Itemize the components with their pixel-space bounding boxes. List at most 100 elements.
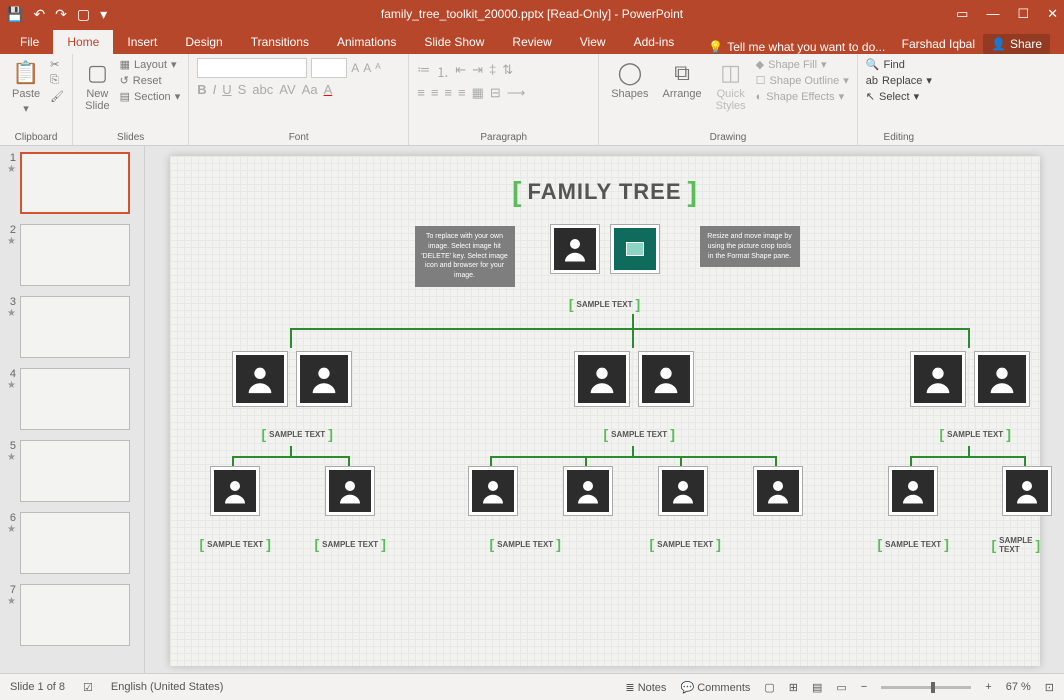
child-photo[interactable]	[753, 466, 803, 516]
save-icon[interactable]: 💾	[6, 6, 23, 23]
pair-1[interactable]	[232, 351, 352, 407]
clear-format-icon[interactable]: ᴬ	[375, 61, 380, 75]
grow-font-icon[interactable]: A	[351, 61, 359, 75]
fit-window-icon[interactable]: ⊡	[1045, 681, 1054, 694]
align-center-button[interactable]: ≡	[431, 85, 439, 101]
tell-me-search[interactable]: 💡 Tell me what you want to do...	[708, 40, 885, 54]
maximize-icon[interactable]: ☐	[1017, 6, 1029, 22]
zoom-in-button[interactable]: +	[985, 681, 991, 693]
photo-placeholder[interactable]	[550, 224, 600, 274]
columns-button[interactable]: ▦	[472, 85, 484, 101]
thumbnail-5[interactable]	[20, 440, 130, 502]
shape-effects-button[interactable]: ◐ Shape Effects ▾	[756, 90, 849, 103]
align-left-button[interactable]: ≡	[417, 85, 425, 101]
quick-styles-button[interactable]: ◫Quick Styles	[712, 58, 750, 114]
tab-home[interactable]: Home	[53, 30, 113, 54]
spacing-button[interactable]: AV	[279, 82, 295, 97]
section-button[interactable]: ▤ Section ▾	[120, 90, 181, 103]
tab-slideshow[interactable]: Slide Show	[410, 30, 498, 54]
sorter-view-icon[interactable]: ⊞	[789, 681, 798, 694]
child-photo[interactable]	[1002, 466, 1052, 516]
indent-inc-button[interactable]: ⇥	[472, 62, 483, 81]
font-color-button[interactable]: A	[324, 82, 333, 97]
tab-addins[interactable]: Add-ins	[620, 30, 689, 54]
child-photo[interactable]	[468, 466, 518, 516]
smartart-button[interactable]: ⟶	[507, 85, 526, 101]
shape-fill-button[interactable]: ◆ Shape Fill ▾	[756, 58, 849, 71]
tab-insert[interactable]: Insert	[113, 30, 171, 54]
justify-button[interactable]: ≡	[458, 85, 466, 101]
indent-dec-button[interactable]: ⇤	[455, 62, 466, 81]
child-photo[interactable]	[658, 466, 708, 516]
tab-file[interactable]: File	[6, 30, 53, 54]
reading-view-icon[interactable]: ▤	[812, 681, 822, 694]
child-label[interactable]: [SAMPLE TEXT]	[490, 536, 561, 552]
thumbnail-1[interactable]	[20, 152, 130, 214]
strike-button[interactable]: S	[238, 82, 247, 97]
thumbnail-2[interactable]	[20, 224, 130, 286]
language-status[interactable]: English (United States)	[111, 681, 224, 693]
copy-button[interactable]: ⎘	[50, 74, 64, 87]
italic-button[interactable]: I	[213, 82, 217, 97]
zoom-slider[interactable]	[881, 686, 971, 689]
arrange-button[interactable]: ⧉Arrange	[659, 58, 706, 102]
reset-button[interactable]: ↺ Reset	[120, 74, 181, 87]
numbering-button[interactable]: ⒈	[436, 62, 449, 81]
child-label[interactable]: [SAMPLE TEXT]	[992, 536, 1041, 554]
close-icon[interactable]: ✕	[1047, 6, 1058, 22]
qat-more-icon[interactable]: ▾	[100, 6, 107, 23]
slide-title[interactable]: [ FAMILY TREE ]	[512, 176, 697, 208]
normal-view-icon[interactable]: ▢	[764, 681, 774, 694]
align-text-button[interactable]: ⊟	[490, 85, 501, 101]
underline-button[interactable]: U	[222, 82, 231, 97]
zoom-level[interactable]: 67 %	[1006, 681, 1031, 693]
format-painter-button[interactable]: 🖌	[50, 90, 64, 103]
pair-2-label[interactable]: [SAMPLE TEXT]	[604, 426, 675, 442]
child-photo[interactable]	[563, 466, 613, 516]
slide-content[interactable]: [ FAMILY TREE ] To replace with your own…	[170, 156, 1040, 666]
font-name-combo[interactable]	[197, 58, 307, 78]
tab-transitions[interactable]: Transitions	[237, 30, 323, 54]
tab-design[interactable]: Design	[171, 30, 236, 54]
user-name[interactable]: Farshad Iqbal	[902, 37, 975, 51]
image-placeholder[interactable]	[610, 224, 660, 274]
pair-2[interactable]	[574, 351, 694, 407]
zoom-out-button[interactable]: −	[861, 681, 867, 693]
tab-review[interactable]: Review	[498, 30, 565, 54]
pair-3[interactable]	[910, 351, 1030, 407]
select-button[interactable]: ↖ Select ▾	[866, 90, 932, 103]
child-label[interactable]: [SAMPLE TEXT]	[315, 536, 386, 552]
comments-button[interactable]: 💬 Comments	[680, 681, 750, 694]
shapes-button[interactable]: ◯Shapes	[607, 58, 652, 102]
replace-button[interactable]: ab Replace ▾	[866, 74, 932, 87]
tab-view[interactable]: View	[566, 30, 620, 54]
bullets-button[interactable]: ≔	[417, 62, 430, 81]
thumbnail-3[interactable]	[20, 296, 130, 358]
slideshow-icon[interactable]: ▢	[77, 6, 90, 23]
line-spacing-button[interactable]: ‡	[489, 62, 496, 81]
layout-button[interactable]: ▦ Layout ▾	[120, 58, 181, 71]
ribbon-options-icon[interactable]: ▭	[956, 6, 968, 22]
spell-check-icon[interactable]: ☑	[83, 681, 93, 694]
tip-left[interactable]: To replace with your own image. Select i…	[415, 226, 515, 287]
undo-icon[interactable]: ↶	[33, 6, 45, 23]
cut-button[interactable]: ✂	[50, 58, 64, 71]
child-label[interactable]: [SAMPLE TEXT]	[650, 536, 721, 552]
slide-canvas[interactable]: [ FAMILY TREE ] To replace with your own…	[145, 146, 1064, 673]
shrink-font-icon[interactable]: A	[363, 61, 371, 75]
pair-1-label[interactable]: [SAMPLE TEXT]	[262, 426, 333, 442]
child-photo[interactable]	[325, 466, 375, 516]
new-slide-button[interactable]: ▢New Slide	[81, 58, 113, 114]
paste-button[interactable]: 📋Paste▾	[8, 58, 44, 117]
child-photo[interactable]	[210, 466, 260, 516]
child-label[interactable]: [SAMPLE TEXT]	[200, 536, 271, 552]
text-direction-button[interactable]: ⇅	[502, 62, 513, 81]
thumbnail-7[interactable]	[20, 584, 130, 646]
redo-icon[interactable]: ↷	[55, 6, 67, 23]
child-label[interactable]: [SAMPLE TEXT]	[878, 536, 949, 552]
bold-button[interactable]: B	[197, 82, 206, 97]
notes-button[interactable]: ≣ Notes	[625, 681, 666, 694]
minimize-icon[interactable]: —	[986, 6, 999, 22]
case-button[interactable]: Aa	[302, 82, 318, 97]
tip-right[interactable]: Resize and move image by using the pictu…	[700, 226, 800, 267]
